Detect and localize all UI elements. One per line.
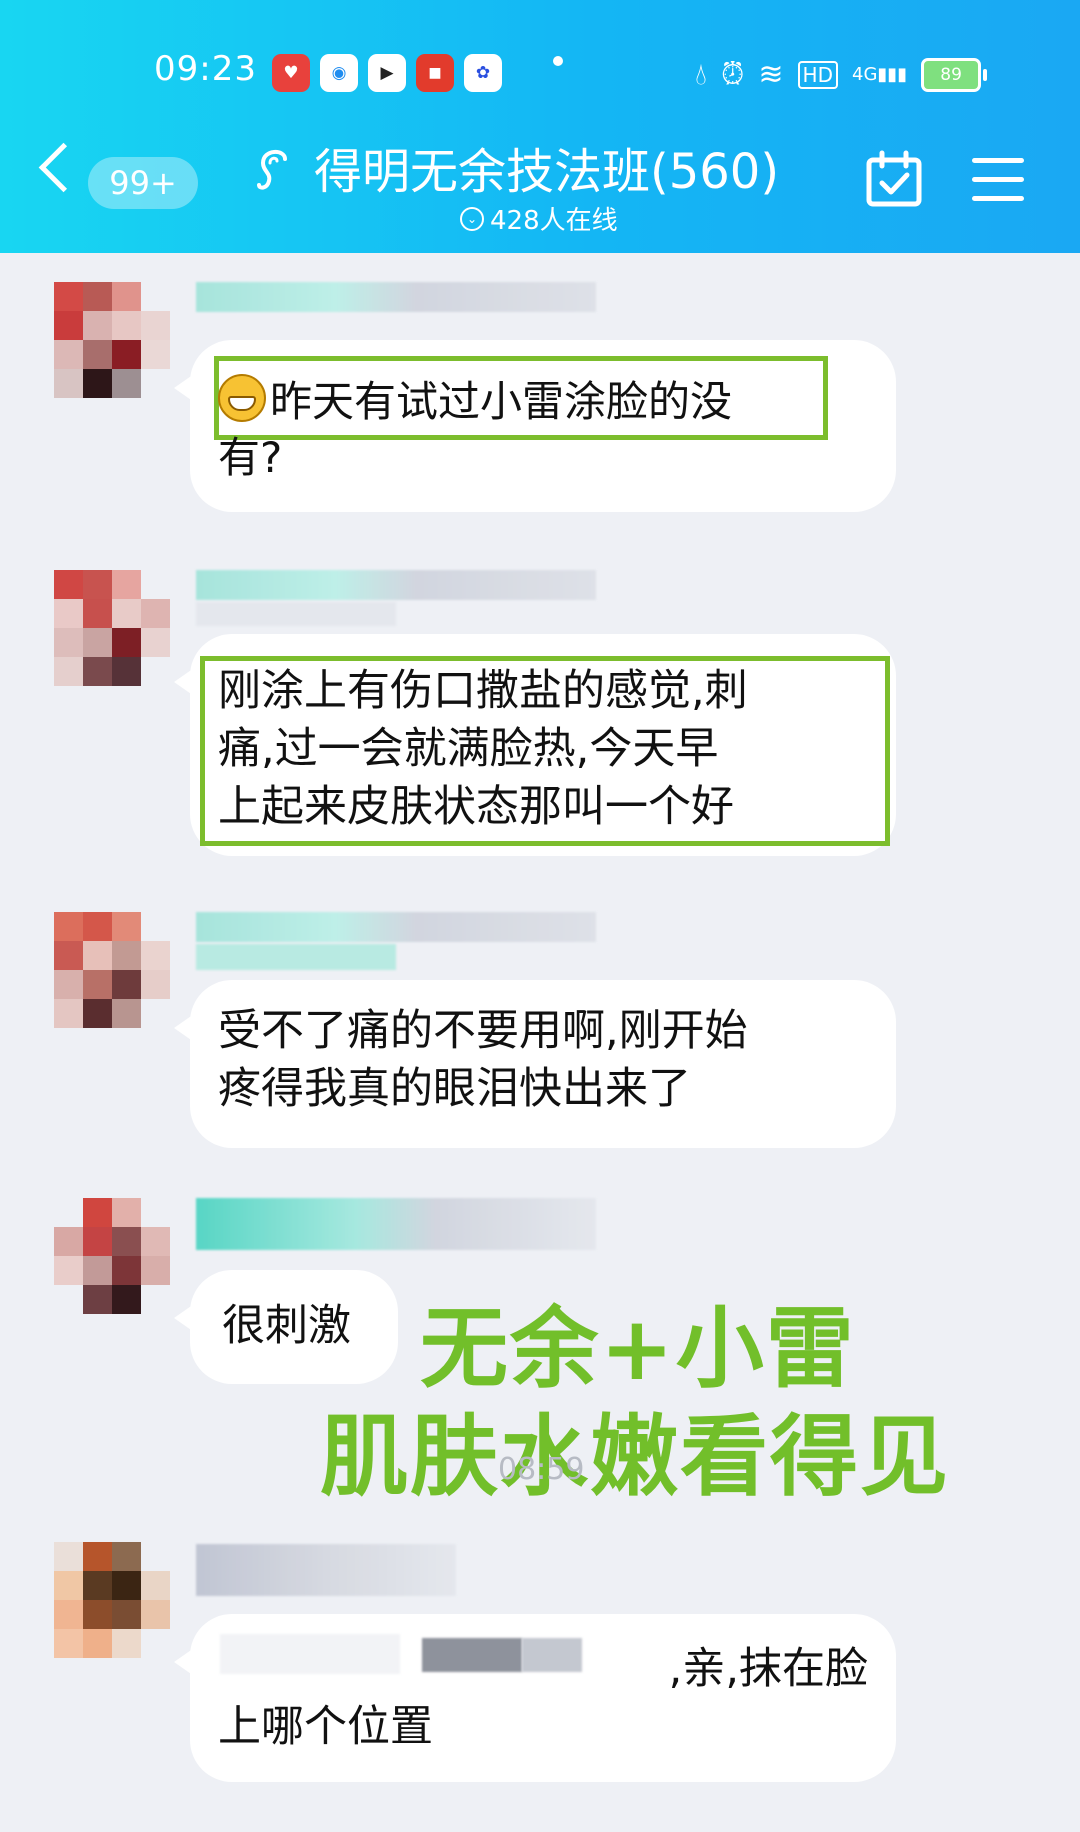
chevron-down-icon: ⌄ — [460, 206, 484, 231]
menu-icon[interactable] — [972, 158, 1024, 202]
sender-name-redacted — [196, 282, 596, 312]
group-title[interactable]: 得明无余技法班(560) — [314, 132, 779, 202]
app-news-icon: ■ — [416, 54, 454, 92]
grin-emoji-icon — [218, 374, 266, 422]
sender-name-redacted — [196, 944, 396, 970]
message-text: 疼得我真的眼泪快出来了 — [218, 1064, 691, 1114]
message-text: 上哪个位置 — [218, 1702, 433, 1752]
message-text: 受不了痛的不要用啊,刚开始 — [218, 1006, 748, 1056]
online-status[interactable]: ⌄ 428人在线 — [460, 200, 618, 237]
message-bubble[interactable]: 昨天有试过小雷涂脸的没 有? — [174, 340, 896, 512]
online-count: 428人在线 — [490, 206, 618, 236]
message-text: 有? — [218, 433, 283, 482]
wifi-icon: ≋ — [758, 57, 784, 92]
calendar-check-icon[interactable] — [866, 150, 922, 208]
message-bubble[interactable]: 很刺激 — [174, 1270, 398, 1384]
message-text: 上起来皮肤状态那叫一个好 — [218, 782, 734, 832]
message-text: 很刺激 — [222, 1301, 351, 1351]
avatar[interactable] — [54, 570, 170, 686]
app-heart-icon: ♥ — [272, 54, 310, 92]
chat-header: 09:23 ♥ ◉ ▶ ■ ✿ 💧︎ ⏰︎ ≋ HD 4G▮▮▮ 89 99+ … — [0, 0, 1080, 253]
sender-name-redacted — [196, 1544, 456, 1596]
hd-icon: HD — [797, 61, 838, 89]
notification-dot — [553, 56, 563, 66]
promo-overlay-line: 肌肤水嫩看得见 — [320, 1405, 951, 1508]
message-text: ,亲,抹在脸 — [668, 1644, 868, 1694]
message-timestamp: 08:59 — [498, 1452, 585, 1487]
message-bubble[interactable]: 受不了痛的不要用啊,刚开始 疼得我真的眼泪快出来了 — [174, 980, 896, 1148]
ear-icon[interactable] — [255, 145, 295, 195]
avatar[interactable] — [54, 1542, 170, 1658]
app-browser-icon: ◉ — [320, 54, 358, 92]
notification-icons: ♥ ◉ ▶ ■ ✿ — [272, 48, 502, 98]
status-time: 09:23 — [154, 49, 257, 89]
avatar[interactable] — [54, 912, 170, 1028]
drop-icon: 💧︎ — [695, 57, 707, 92]
alarm-icon: ⏰︎ — [721, 57, 745, 92]
app-paw-icon: ✿ — [464, 54, 502, 92]
message-bubble[interactable]: 刚涂上有伤口撒盐的感觉,刺 痛,过一会就满脸热,今天早 上起来皮肤状态那叫一个好 — [174, 634, 896, 856]
avatar[interactable] — [54, 1198, 170, 1314]
sender-name-redacted — [196, 570, 596, 600]
unread-count-badge[interactable]: 99+ — [88, 157, 198, 209]
back-arrow-icon[interactable] — [38, 142, 89, 193]
sender-name-redacted — [196, 602, 396, 626]
app-video-icon: ▶ — [368, 54, 406, 92]
signal-icon: 4G▮▮▮ — [852, 64, 908, 85]
message-text: 痛,过一会就满脸热,今天早 — [218, 724, 719, 774]
message-text: 昨天有试过小雷涂脸的没 — [218, 374, 876, 430]
battery-icon: 89 — [921, 58, 988, 92]
sender-name-redacted — [196, 1198, 596, 1250]
system-status-icons: 💧︎ ⏰︎ ≋ HD 4G▮▮▮ 89 — [695, 50, 988, 100]
message-bubble[interactable]: ,亲,抹在脸 上哪个位置 — [174, 1614, 896, 1782]
avatar[interactable] — [54, 282, 170, 398]
message-text: 刚涂上有伤口撒盐的感觉,刺 — [218, 666, 748, 716]
sender-name-redacted — [196, 912, 596, 942]
